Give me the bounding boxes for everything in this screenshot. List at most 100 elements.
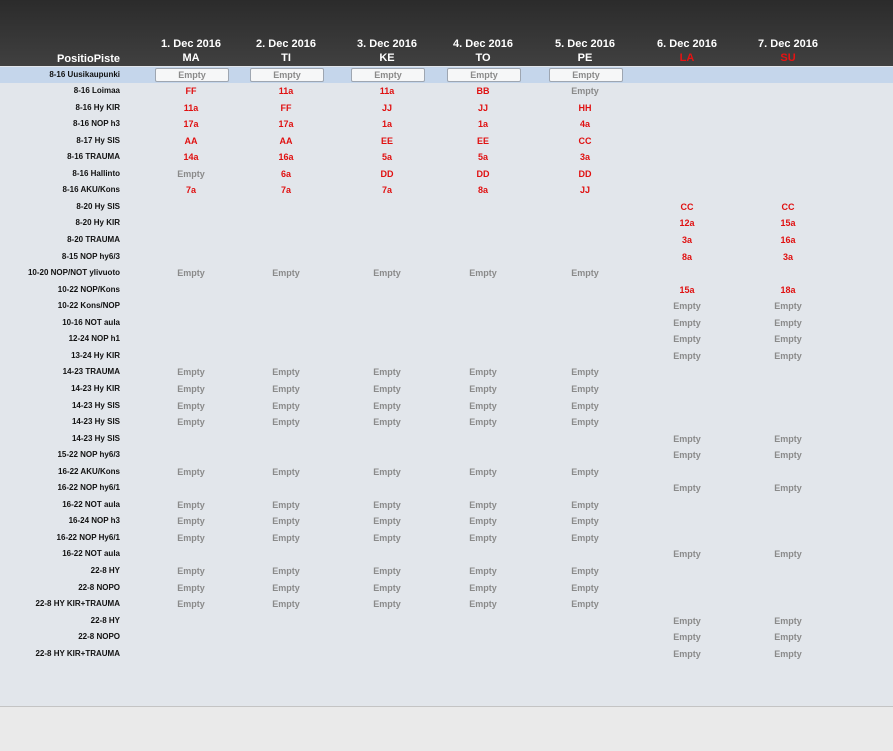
empty-shift-cell[interactable]: Empty — [438, 464, 528, 481]
empty-shift-cell[interactable]: Empty — [540, 596, 630, 613]
empty-shift-cell[interactable]: Empty — [743, 629, 833, 646]
empty-shift-cell[interactable]: Empty — [540, 83, 630, 100]
empty-shift-cell[interactable]: Empty — [241, 513, 331, 530]
empty-shift-cell[interactable]: Empty — [540, 563, 630, 580]
assigned-shift-cell[interactable]: 5a — [438, 149, 528, 166]
assigned-shift-cell[interactable]: CC — [743, 199, 833, 216]
empty-shift-cell[interactable]: Empty — [642, 348, 732, 365]
assigned-shift-cell[interactable]: 18a — [743, 282, 833, 299]
assigned-shift-cell[interactable]: 11a — [241, 83, 331, 100]
empty-shift-cell[interactable]: Empty — [642, 546, 732, 563]
empty-shift-cell[interactable]: Empty — [743, 447, 833, 464]
assigned-shift-cell[interactable]: EE — [342, 133, 432, 150]
empty-shift-cell[interactable]: Empty — [241, 530, 331, 547]
empty-shift-cell[interactable]: Empty — [438, 530, 528, 547]
assigned-shift-cell[interactable]: JJ — [438, 100, 528, 117]
assigned-shift-cell[interactable]: 15a — [743, 215, 833, 232]
assigned-shift-cell[interactable]: 11a — [146, 100, 236, 117]
assigned-shift-cell[interactable]: 16a — [241, 149, 331, 166]
empty-shift-cell[interactable]: Empty — [241, 414, 331, 431]
empty-shift-cell[interactable]: Empty — [743, 646, 833, 663]
assigned-shift-cell[interactable]: 15a — [642, 282, 732, 299]
assigned-shift-cell[interactable]: CC — [642, 199, 732, 216]
empty-shift-cell[interactable]: Empty — [146, 414, 236, 431]
empty-shift-cell[interactable]: Empty — [146, 265, 236, 282]
empty-shift-cell[interactable]: Empty — [146, 166, 236, 183]
empty-shift-cell[interactable]: Empty — [241, 580, 331, 597]
empty-shift-cell[interactable]: Empty — [351, 67, 425, 82]
assigned-shift-cell[interactable]: 17a — [241, 116, 331, 133]
empty-shift-cell[interactable]: Empty — [540, 381, 630, 398]
empty-shift-cell[interactable]: Empty — [540, 530, 630, 547]
assigned-shift-cell[interactable]: BB — [438, 83, 528, 100]
empty-shift-cell[interactable]: Empty — [743, 480, 833, 497]
assigned-shift-cell[interactable]: AA — [241, 133, 331, 150]
empty-shift-cell[interactable]: Empty — [540, 513, 630, 530]
empty-shift-cell[interactable]: Empty — [438, 513, 528, 530]
empty-shift-cell[interactable]: Empty — [250, 67, 324, 82]
empty-shift-cell[interactable]: Empty — [342, 530, 432, 547]
empty-shift-cell[interactable]: Empty — [342, 580, 432, 597]
empty-shift-cell[interactable]: Empty — [743, 613, 833, 630]
empty-shift-cell[interactable]: Empty — [146, 580, 236, 597]
empty-shift-cell[interactable]: Empty — [241, 563, 331, 580]
assigned-shift-cell[interactable]: 14a — [146, 149, 236, 166]
empty-shift-cell[interactable]: Empty — [342, 265, 432, 282]
empty-shift-cell[interactable]: Empty — [743, 546, 833, 563]
empty-shift-cell[interactable]: Empty — [155, 67, 229, 82]
empty-shift-cell[interactable]: Empty — [540, 464, 630, 481]
empty-shift-cell[interactable]: Empty — [438, 265, 528, 282]
assigned-shift-cell[interactable]: JJ — [342, 100, 432, 117]
empty-shift-cell[interactable]: Empty — [146, 464, 236, 481]
empty-shift-cell[interactable]: Empty — [342, 596, 432, 613]
assigned-shift-cell[interactable]: EE — [438, 133, 528, 150]
empty-shift-cell[interactable]: Empty — [642, 315, 732, 332]
assigned-shift-cell[interactable]: 11a — [342, 83, 432, 100]
empty-shift-cell[interactable]: Empty — [146, 364, 236, 381]
empty-shift-cell[interactable]: Empty — [342, 398, 432, 415]
assigned-shift-cell[interactable]: DD — [342, 166, 432, 183]
empty-shift-cell[interactable]: Empty — [438, 364, 528, 381]
empty-shift-cell[interactable]: Empty — [743, 431, 833, 448]
empty-shift-cell[interactable]: Empty — [241, 381, 331, 398]
empty-shift-cell[interactable]: Empty — [540, 414, 630, 431]
empty-shift-cell[interactable]: Empty — [146, 563, 236, 580]
empty-shift-cell[interactable]: Empty — [447, 67, 521, 82]
empty-shift-cell[interactable]: Empty — [241, 596, 331, 613]
empty-shift-cell[interactable]: Empty — [642, 646, 732, 663]
empty-shift-cell[interactable]: Empty — [540, 398, 630, 415]
assigned-shift-cell[interactable]: 17a — [146, 116, 236, 133]
assigned-shift-cell[interactable]: AA — [146, 133, 236, 150]
empty-shift-cell[interactable]: Empty — [241, 497, 331, 514]
empty-shift-cell[interactable]: Empty — [540, 265, 630, 282]
assigned-shift-cell[interactable]: 3a — [743, 249, 833, 266]
empty-shift-cell[interactable]: Empty — [642, 447, 732, 464]
assigned-shift-cell[interactable]: 7a — [342, 182, 432, 199]
assigned-shift-cell[interactable]: 4a — [540, 116, 630, 133]
empty-shift-cell[interactable]: Empty — [241, 364, 331, 381]
empty-shift-cell[interactable]: Empty — [146, 513, 236, 530]
empty-shift-cell[interactable]: Empty — [342, 364, 432, 381]
assigned-shift-cell[interactable]: 8a — [642, 249, 732, 266]
empty-shift-cell[interactable]: Empty — [540, 364, 630, 381]
empty-shift-cell[interactable]: Empty — [642, 629, 732, 646]
assigned-shift-cell[interactable]: 3a — [540, 149, 630, 166]
empty-shift-cell[interactable]: Empty — [342, 497, 432, 514]
assigned-shift-cell[interactable]: HH — [540, 100, 630, 117]
empty-shift-cell[interactable]: Empty — [743, 298, 833, 315]
empty-shift-cell[interactable]: Empty — [342, 464, 432, 481]
empty-shift-cell[interactable]: Empty — [642, 431, 732, 448]
empty-shift-cell[interactable]: Empty — [743, 331, 833, 348]
assigned-shift-cell[interactable]: DD — [438, 166, 528, 183]
empty-shift-cell[interactable]: Empty — [642, 613, 732, 630]
empty-shift-cell[interactable]: Empty — [743, 315, 833, 332]
empty-shift-cell[interactable]: Empty — [241, 464, 331, 481]
empty-shift-cell[interactable]: Empty — [438, 563, 528, 580]
empty-shift-cell[interactable]: Empty — [743, 348, 833, 365]
empty-shift-cell[interactable]: Empty — [342, 513, 432, 530]
assigned-shift-cell[interactable]: FF — [146, 83, 236, 100]
empty-shift-cell[interactable]: Empty — [146, 497, 236, 514]
assigned-shift-cell[interactable]: 1a — [438, 116, 528, 133]
assigned-shift-cell[interactable]: JJ — [540, 182, 630, 199]
assigned-shift-cell[interactable]: CC — [540, 133, 630, 150]
